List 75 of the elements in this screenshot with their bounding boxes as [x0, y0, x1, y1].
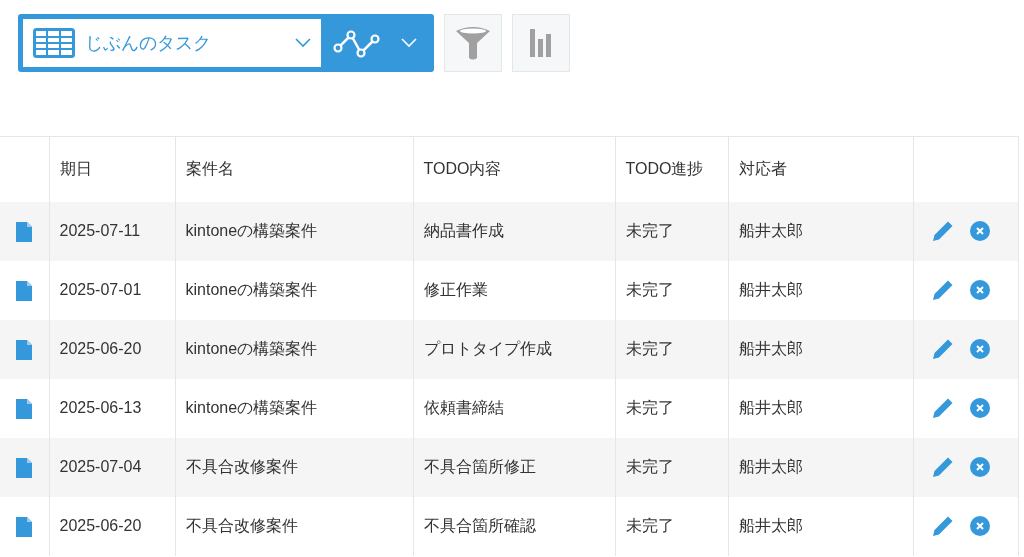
table-cell: kintoneの構築案件 [175, 260, 413, 320]
table-cell: 船井太郎 [728, 378, 913, 438]
table-cell: 2025-07-11 [49, 201, 175, 261]
table-cell: 不具合箇所修正 [413, 437, 615, 497]
table-cell: 2025-06-20 [49, 319, 175, 379]
bar-chart-icon [530, 29, 552, 57]
pencil-icon [931, 279, 954, 301]
edit-button[interactable] [931, 338, 954, 360]
close-circle-icon [969, 221, 990, 241]
table-cell: 不具合改修案件 [175, 496, 413, 556]
pencil-icon [931, 338, 954, 360]
table-cell: 不具合箇所確認 [413, 496, 615, 556]
delete-button[interactable] [969, 280, 990, 300]
delete-button[interactable] [969, 339, 990, 359]
column-header: 案件名 [175, 136, 413, 202]
close-circle-icon [969, 457, 990, 477]
table-cell: kintoneの構築案件 [175, 201, 413, 261]
table-cell: 船井太郎 [728, 437, 913, 497]
table-cell: 未完了 [615, 260, 728, 320]
column-header: 対応者 [728, 136, 913, 202]
table-cell: kintoneの構築案件 [175, 319, 413, 379]
table-cell: 納品書作成 [413, 201, 615, 261]
table-cell: 船井太郎 [728, 319, 913, 379]
edit-button[interactable] [931, 515, 954, 537]
chart-button[interactable] [512, 14, 570, 72]
table-cell: 不具合改修案件 [175, 437, 413, 497]
pencil-icon [931, 515, 954, 537]
view-selector[interactable]: じぶんのタスク [23, 19, 321, 67]
record-detail-icon[interactable] [16, 280, 33, 301]
record-detail-icon[interactable] [16, 221, 33, 242]
table-cell: 船井太郎 [728, 496, 913, 556]
table-cell: 依頼書締結 [413, 378, 615, 438]
view-name: じぶんのタスク [85, 31, 212, 55]
close-circle-icon [969, 280, 990, 300]
delete-button[interactable] [969, 221, 990, 241]
column-header: 期日 [49, 136, 175, 202]
line-graph-icon [333, 28, 381, 58]
record-detail-icon[interactable] [16, 516, 33, 537]
table-cell: kintoneの構築案件 [175, 378, 413, 438]
record-detail-icon[interactable] [16, 457, 33, 478]
chevron-down-icon [295, 38, 311, 48]
table-cell: 未完了 [615, 437, 728, 497]
edit-button[interactable] [931, 279, 954, 301]
table-cell: 船井太郎 [728, 260, 913, 320]
funnel-icon [455, 26, 491, 60]
table-cell: 船井太郎 [728, 201, 913, 261]
edit-button[interactable] [931, 220, 954, 242]
close-circle-icon [969, 398, 990, 418]
table-cell: 2025-07-01 [49, 260, 175, 320]
delete-button[interactable] [969, 516, 990, 536]
record-detail-icon[interactable] [16, 339, 33, 360]
pencil-icon [931, 456, 954, 478]
table-cell: 未完了 [615, 378, 728, 438]
edit-button[interactable] [931, 397, 954, 419]
table-icon [33, 28, 75, 58]
edit-button[interactable] [931, 456, 954, 478]
column-header: TODO進捗 [615, 136, 728, 202]
table-cell: プロトタイプ作成 [413, 319, 615, 379]
close-circle-icon [969, 339, 990, 359]
pencil-icon [931, 397, 954, 419]
delete-button[interactable] [969, 398, 990, 418]
pencil-icon [931, 220, 954, 242]
table-cell: 未完了 [615, 319, 728, 379]
filter-button[interactable] [444, 14, 502, 72]
table-cell: 修正作業 [413, 260, 615, 320]
close-circle-icon [969, 516, 990, 536]
column-header: TODO内容 [413, 136, 615, 202]
chevron-down-icon [401, 38, 417, 48]
table-cell: 2025-07-04 [49, 437, 175, 497]
table-cell: 未完了 [615, 496, 728, 556]
record-detail-icon[interactable] [16, 398, 33, 419]
table-cell: 未完了 [615, 201, 728, 261]
table-cell: 2025-06-13 [49, 378, 175, 438]
delete-button[interactable] [969, 457, 990, 477]
table-cell: 2025-06-20 [49, 496, 175, 556]
